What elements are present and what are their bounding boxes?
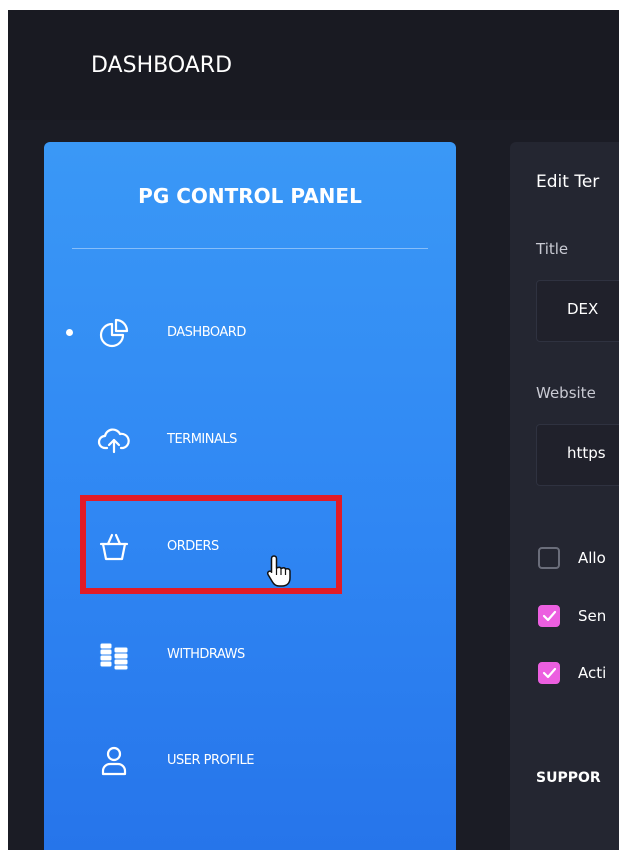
edit-terminal-panel: Edit Ter Title DEX Website https Allo Se… [510, 142, 619, 850]
app-window: DASHBOARD PG CONTROL PANEL DASHBOARD TER… [8, 10, 619, 850]
checkbox-allow[interactable] [538, 547, 560, 569]
website-field-label: Website [536, 384, 596, 402]
checkmark-icon [542, 610, 557, 622]
sidebar-item-label: TERMINALS [167, 432, 237, 447]
sidebar-item-label: ORDERS [167, 539, 219, 554]
top-header: DASHBOARD [8, 10, 619, 120]
pie-chart-icon [96, 315, 132, 351]
sidebar-item-withdraws[interactable]: WITHDRAWS [44, 627, 456, 687]
title-input[interactable]: DEX [536, 280, 619, 342]
checkbox-label: Acti [578, 664, 607, 682]
support-section-title: SUPPOR [536, 770, 601, 786]
checkbox-label: Sen [578, 607, 607, 625]
coins-icon [96, 637, 132, 673]
sidebar-item-label: USER PROFILE [167, 753, 255, 768]
checkbox-label: Allo [578, 549, 606, 567]
checkmark-icon [542, 667, 557, 679]
website-input-value: https [567, 444, 606, 462]
sidebar-divider [72, 248, 428, 249]
active-indicator [66, 329, 73, 336]
title-field-label: Title [536, 240, 569, 258]
sidebar-item-dashboard[interactable]: DASHBOARD [44, 305, 456, 365]
checkbox-active[interactable] [538, 662, 560, 684]
panel-title: Edit Ter [536, 172, 600, 192]
sidebar-item-terminals[interactable]: TERMINALS [44, 412, 456, 472]
sidebar-item-label: DASHBOARD [167, 325, 246, 340]
sidebar-title: PG CONTROL PANEL [138, 184, 362, 208]
checkbox-send[interactable] [538, 605, 560, 627]
basket-icon [96, 529, 132, 565]
sidebar-item-user-profile[interactable]: USER PROFILE [44, 733, 456, 793]
sidebar: PG CONTROL PANEL DASHBOARD TERMINALS ORD… [44, 142, 456, 850]
website-input[interactable]: https [536, 424, 619, 486]
cloud-upload-icon [96, 422, 132, 458]
sidebar-item-orders[interactable]: ORDERS [44, 519, 456, 579]
user-icon [96, 743, 132, 779]
page-title: DASHBOARD [91, 53, 233, 78]
sidebar-item-label: WITHDRAWS [167, 647, 245, 662]
title-input-value: DEX [567, 300, 599, 318]
